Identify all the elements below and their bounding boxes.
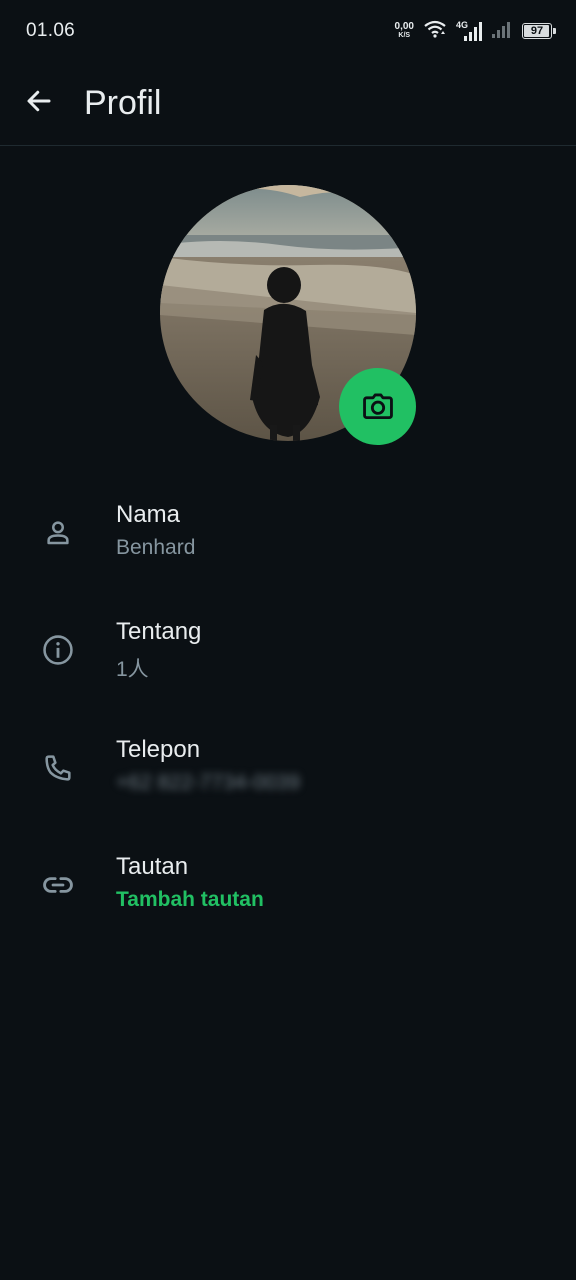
phone-value: +62 822-7734-0039 [116, 771, 300, 794]
profile-screen: 01.06 0,00 K/S 4G 97 Profil Nama Benhard… [0, 0, 576, 1280]
net-speed-value: 0,00 [394, 21, 414, 32]
about-label: Tentang [116, 618, 202, 645]
phone-row[interactable]: Telepon +62 822-7734-0039 [0, 722, 576, 818]
change-photo-button[interactable] [339, 368, 416, 445]
info-icon [38, 630, 78, 670]
add-link-button[interactable]: Tambah tautan [116, 888, 264, 912]
app-header: Profil [0, 62, 576, 146]
battery-level: 97 [530, 25, 544, 37]
camera-icon [362, 393, 393, 419]
signal-4g-icon: 4G [456, 20, 482, 42]
arrow-left-icon [27, 90, 51, 112]
about-row[interactable]: Tentang 1人 [0, 604, 576, 700]
about-value: 1人 [116, 658, 149, 681]
name-row[interactable]: Nama Benhard [0, 487, 576, 583]
status-icons: 0,00 K/S 4G 97 [395, 18, 556, 44]
wifi-icon [423, 19, 447, 44]
page-title: Profil [84, 84, 162, 122]
name-label: Nama [116, 501, 181, 528]
person-icon [38, 513, 78, 553]
name-value: Benhard [116, 536, 196, 559]
net-speed-unit: K/S [398, 32, 411, 39]
signal-empty-icon [491, 19, 513, 44]
phone-icon [38, 748, 78, 788]
profile-photo-section [160, 185, 416, 445]
status-bar: 01.06 0,00 K/S 4G 97 [0, 0, 576, 62]
link-icon [38, 865, 78, 905]
links-label: Tautan [116, 853, 189, 880]
phone-label: Telepon [116, 736, 201, 763]
status-time: 01.06 [26, 20, 76, 41]
net-speed-indicator: 0,00 K/S [395, 22, 414, 40]
links-row[interactable]: Tautan Tambah tautan [0, 839, 576, 935]
battery-icon: 97 [522, 23, 556, 39]
back-button[interactable] [18, 80, 60, 122]
